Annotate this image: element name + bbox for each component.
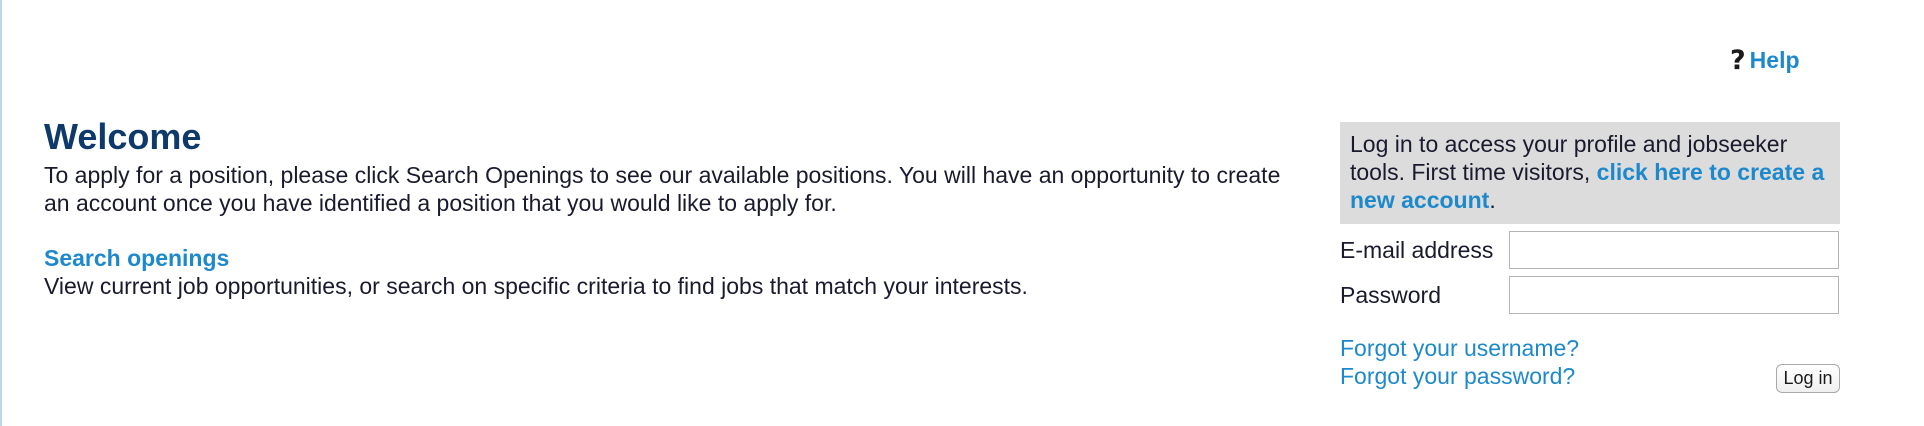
login-info-box: Log in to access your profile and jobsee… (1340, 122, 1840, 224)
intro-text: To apply for a position, please click Se… (44, 162, 1281, 216)
password-label: Password (1340, 281, 1441, 308)
login-panel: Log in to access your profile and jobsee… (1340, 122, 1840, 393)
search-openings-description: View current job opportunities, or searc… (44, 273, 1028, 299)
forgot-username-link[interactable]: Forgot your username? (1340, 334, 1840, 362)
forgot-links: Forgot your username? Forgot your passwo… (1340, 334, 1840, 390)
search-openings-link[interactable]: Search openings (44, 244, 229, 272)
help-label[interactable]: Help (1750, 47, 1800, 74)
forgot-password-link[interactable]: Forgot your password? (1340, 362, 1840, 390)
welcome-section: Welcome To apply for a position, please … (44, 116, 1294, 300)
help-link[interactable]: ? Help (1730, 47, 1800, 74)
email-field[interactable] (1509, 231, 1839, 269)
question-mark-icon: ? (1730, 45, 1746, 76)
password-field[interactable] (1509, 276, 1839, 314)
page-title: Welcome (44, 116, 202, 157)
login-info-suffix: . (1489, 187, 1496, 213)
login-button[interactable]: Log in (1776, 364, 1840, 393)
email-row: E-mail address (1340, 231, 1840, 269)
careers-page: ? Help Welcome To apply for a position, … (0, 0, 1924, 426)
email-label: E-mail address (1340, 236, 1494, 263)
password-row: Password (1340, 276, 1840, 314)
